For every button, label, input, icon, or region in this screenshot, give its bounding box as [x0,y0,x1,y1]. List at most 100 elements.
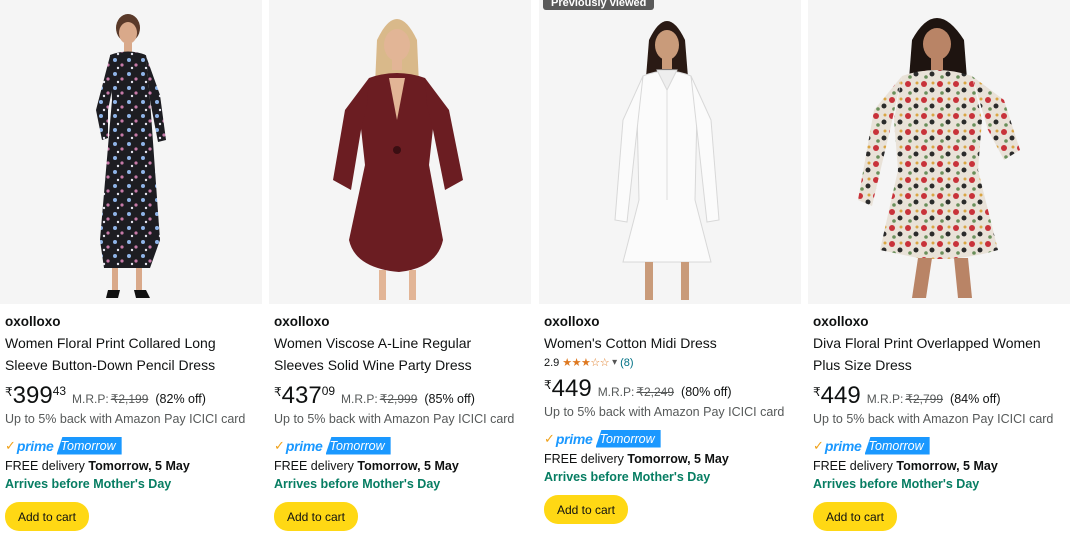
delivery-prefix: FREE delivery [274,459,354,473]
add-to-cart-button[interactable]: Add to cart [274,502,358,531]
cashback-offer: Up to 5% back with Amazon Pay ICICI card [274,412,515,426]
product-brand: oxolloxo [813,314,869,329]
product-title-line1[interactable]: Women's Cotton Midi Dress [544,332,797,354]
cashback-offer: Up to 5% back with Amazon Pay ICICI card [5,412,246,426]
prime-label: prime [555,430,593,447]
price-row[interactable]: ₹ 437 09 M.R.P: ₹2,999 (85% off) [274,382,527,410]
delivery-prefix: FREE delivery [5,459,85,473]
product-title[interactable]: Women Floral Print Collared Long Sleeve … [5,332,258,376]
delivery-date: Tomorrow, 5 May [627,452,729,466]
add-to-cart-button[interactable]: Add to cart [544,495,628,524]
product-title[interactable]: Diva Floral Print Overlapped Women Plus … [813,332,1066,376]
prime-delivery-tag: Tomorrow [325,436,391,455]
product-card[interactable]: oxolloxo Women's Cotton Midi Dress 2.9 ★… [539,0,801,542]
product-title-line2[interactable]: Sleeves Solid Wine Party Dress [274,354,527,376]
delivery-date: Tomorrow, 5 May [88,459,190,473]
price-row[interactable]: ₹ 399 43 M.R.P: ₹2,199 (82% off) [5,382,258,410]
prime-check-icon: ✓ [5,437,16,453]
cashback-offer: Up to 5% back with Amazon Pay ICICI card [544,405,785,419]
mrp-label: M.R.P: [341,392,378,406]
price-currency: ₹ [5,385,13,399]
rating-value: 2.9 [544,357,560,369]
previously-viewed-badge: Previously viewed [543,0,655,10]
price-whole: 399 [12,382,53,409]
product-title-line2[interactable]: Sleeve Button-Down Pencil Dress [5,354,258,376]
prime-label: prime [824,437,862,454]
add-to-cart-button[interactable]: Add to cart [5,502,89,531]
delivery-prefix: FREE delivery [544,452,624,466]
product-title-line1[interactable]: Diva Floral Print Overlapped Women [813,332,1066,354]
mrp-label: M.R.P: [597,385,635,399]
product-card[interactable]: oxolloxo Women Viscose A-Line Regular Sl… [269,0,531,542]
product-card[interactable]: oxolloxo Women Floral Print Collared Lon… [0,0,262,542]
product-image[interactable] [269,0,531,304]
price-row[interactable]: ₹ 449 M.R.P: ₹2,799 (84% off) [813,382,1066,410]
cashback-offer: Up to 5% back with Amazon Pay ICICI card [813,412,1054,426]
product-image[interactable] [0,0,262,304]
mrp-value: ₹2,199 [110,392,149,406]
arrives-note: Arrives before Mother's Day [5,477,172,491]
discount-percent: (82% off) [155,392,206,406]
product-image[interactable] [808,0,1070,304]
mrp-label: M.R.P: [866,392,904,406]
discount-percent: (85% off) [424,392,475,406]
product-title-line1[interactable]: Women Floral Print Collared Long [5,332,258,354]
delivery-prefix: FREE delivery [813,459,893,473]
prime-delivery-tag: Tomorrow [595,429,661,448]
mrp-value: ₹2,799 [905,392,944,406]
arrives-note: Arrives before Mother's Day [274,477,441,491]
delivery-date: Tomorrow, 5 May [896,459,998,473]
product-image[interactable] [539,0,801,304]
product-brand: oxolloxo [5,314,61,329]
product-title-line2[interactable]: Plus Size Dress [813,354,1066,376]
product-info: oxolloxo Women Floral Print Collared Lon… [5,312,258,531]
arrives-note: Arrives before Mother's Day [544,470,711,484]
woman-black-floral-dress-image [0,0,262,304]
mrp-value: ₹2,999 [379,392,418,406]
prime-label: prime [285,437,323,454]
price-whole: 449 [551,375,592,402]
price-whole: 437 [281,382,322,409]
prime-delivery-tag: Tomorrow [56,436,122,455]
price-fraction: 09 [321,384,336,398]
delivery-info: FREE delivery Tomorrow, 5 May [274,457,527,475]
prime-badge: ✓ prime Tomorrow [813,436,1066,455]
product-brand: oxolloxo [274,314,330,329]
price-row[interactable]: ₹ 449 M.R.P: ₹2,249 (80% off) [544,375,797,403]
delivery-info: FREE delivery Tomorrow, 5 May [5,457,258,475]
prime-check-icon: ✓ [813,437,824,453]
product-info: oxolloxo Diva Floral Print Overlapped Wo… [813,312,1066,531]
price-currency: ₹ [813,385,821,399]
delivery-info: FREE delivery Tomorrow, 5 May [813,457,1066,475]
product-grid: Previously viewed oxolloxo Women Floral … [0,0,1070,542]
star-rating-icon[interactable]: ★★★☆☆ [562,355,609,371]
woman-wine-dress-image [269,0,531,304]
price-currency: ₹ [274,385,282,399]
mrp-label: M.R.P: [72,392,109,406]
product-card[interactable]: oxolloxo Diva Floral Print Overlapped Wo… [808,0,1070,542]
woman-red-floral-wrap-dress-image [808,0,1070,304]
prime-check-icon: ✓ [544,430,555,446]
product-title-line1[interactable]: Women Viscose A-Line Regular [274,332,527,354]
rating-count-link[interactable]: (8) [620,355,633,371]
discount-percent: (84% off) [950,392,1001,406]
delivery-date: Tomorrow, 5 May [357,459,459,473]
price-whole: 449 [820,382,861,409]
product-info: oxolloxo Women Viscose A-Line Regular Sl… [274,312,527,531]
prime-badge: ✓ prime Tomorrow [544,429,797,448]
rating-row[interactable]: 2.9 ★★★☆☆ ▾ (8) [544,355,797,371]
product-info: oxolloxo Women's Cotton Midi Dress 2.9 ★… [544,312,797,524]
chevron-down-icon[interactable]: ▾ [612,355,617,371]
mrp-value: ₹2,249 [636,385,675,399]
product-title[interactable]: Women's Cotton Midi Dress [544,332,797,354]
woman-white-shirt-dress-image [539,0,801,304]
product-title[interactable]: Women Viscose A-Line Regular Sleeves Sol… [274,332,527,376]
prime-badge: ✓ prime Tomorrow [274,436,527,455]
product-brand: oxolloxo [544,314,600,329]
arrives-note: Arrives before Mother's Day [813,477,980,491]
prime-check-icon: ✓ [274,437,285,453]
price-currency: ₹ [544,378,552,392]
add-to-cart-button[interactable]: Add to cart [813,502,897,531]
prime-label: prime [16,437,54,454]
price-fraction: 43 [52,384,67,398]
